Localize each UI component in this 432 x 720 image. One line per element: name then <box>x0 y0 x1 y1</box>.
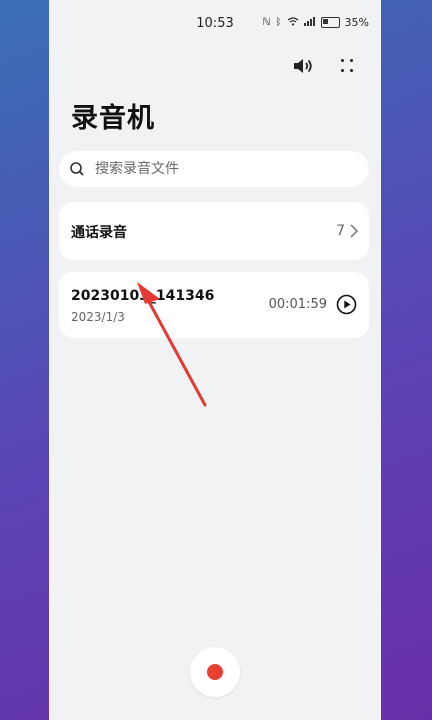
call-recordings-count: 7 <box>336 223 345 239</box>
search-input[interactable] <box>95 161 345 177</box>
signal-icon <box>303 16 316 29</box>
speaker-button[interactable] <box>291 54 315 78</box>
search-bar[interactable] <box>59 151 369 187</box>
status-bar: 10:53 ℕ ᛒ 35% <box>49 0 381 46</box>
recording-date: 2023/1/3 <box>71 310 125 324</box>
battery-percent: 35% <box>344 16 369 29</box>
more-button[interactable] <box>335 55 359 77</box>
search-icon <box>59 151 95 187</box>
wifi-icon <box>287 16 299 29</box>
call-recordings-folder[interactable]: 通话录音 7 <box>59 202 369 260</box>
chevron-right-icon <box>350 224 359 238</box>
recording-item[interactable]: 20230103_141346 2023/1/3 00:01:59 <box>59 272 369 338</box>
call-recordings-label: 通话录音 <box>71 225 127 241</box>
recording-duration: 00:01:59 <box>268 297 327 312</box>
bluetooth-icon: ᛒ <box>275 17 282 28</box>
status-icons: ℕ ᛒ 35% <box>263 16 369 29</box>
phone-screen: 10:53 ℕ ᛒ 35% 录音机 搜索录音文件 通话录音 7 20230103… <box>49 0 381 720</box>
battery-icon <box>320 17 340 28</box>
recording-name: 20230103_141346 <box>71 288 215 304</box>
speaker-icon <box>294 59 312 73</box>
nfc-icon: ℕ <box>262 17 271 28</box>
play-icon[interactable] <box>336 294 357 315</box>
page-title: 录音机 <box>71 103 155 134</box>
record-button[interactable] <box>190 647 240 697</box>
record-icon <box>207 664 223 680</box>
